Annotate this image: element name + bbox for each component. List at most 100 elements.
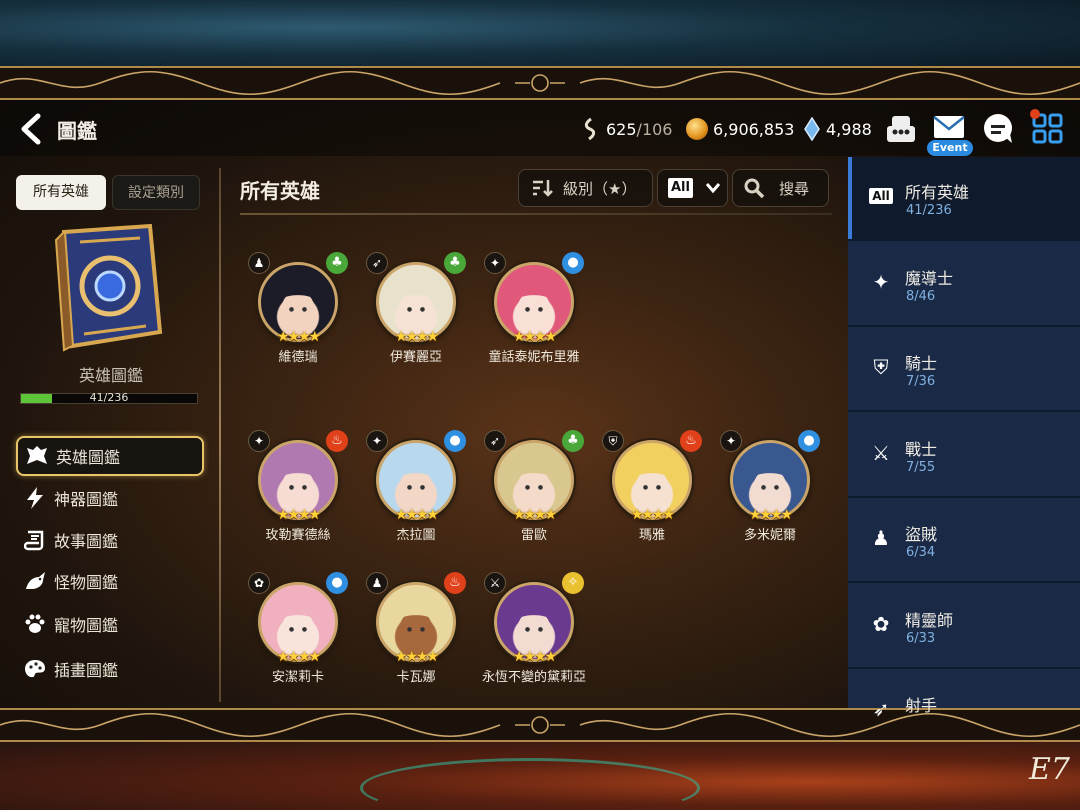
class-filter-knight[interactable]: ⛨ 騎士 7/36 [848, 328, 1080, 412]
element-ice-icon: ● [326, 572, 348, 594]
hero-name: 永恆不變的黛莉亞 [481, 670, 586, 685]
ranger-icon: ➶ [484, 430, 506, 452]
panel-divider [219, 168, 221, 702]
class-count: 6/33 [906, 630, 936, 646]
paw-icon [22, 611, 48, 637]
class-filter-warrior[interactable]: ⚔ 戰士 7/55 [848, 414, 1080, 498]
hero-card[interactable]: ✦ ● ★★★★ 童話泰妮布里雅 [476, 252, 592, 365]
ornament-band-top [0, 66, 1080, 100]
menu-artifact-codex[interactable]: 神器圖鑑 [16, 478, 204, 518]
back-button[interactable] [16, 112, 46, 146]
ranger-icon: ➶ [366, 252, 388, 274]
sky-background [0, 0, 1080, 68]
notification-dot [1030, 109, 1040, 119]
class-count: 7/36 [906, 374, 936, 389]
knight-icon: ⛨ [602, 430, 624, 452]
tab-all-heroes[interactable]: 所有英雄 [16, 175, 106, 210]
class-filter-thief[interactable]: ♟ 盜賊 6/34 [848, 499, 1080, 583]
element-earth-icon: ♣ [562, 430, 584, 452]
class-count: 6/34 [906, 545, 936, 560]
sort-button[interactable]: 級別（★） [518, 169, 653, 207]
dragon-icon [22, 568, 48, 594]
menu-label: 英雄圖鑑 [56, 448, 121, 467]
active-indicator [848, 157, 852, 239]
sort-icon [533, 180, 553, 197]
soul-weaver-icon: ✿ [248, 572, 270, 594]
hero-codex-book-image [50, 222, 170, 352]
mail-icon [933, 116, 965, 138]
class-name: 盜賊 [905, 525, 938, 544]
menu-hero-codex[interactable]: 英雄圖鑑 [16, 436, 204, 476]
hero-stars: ★★★★ [512, 329, 557, 345]
hero-stars: ★★★★ [276, 649, 321, 665]
palette-icon [22, 656, 48, 682]
element-fire-icon: ♨ [680, 430, 702, 452]
class-count: 7/55 [906, 459, 936, 475]
filter-value: All [668, 178, 693, 198]
top-bar [0, 100, 1080, 156]
class-filter-ranger[interactable]: ➶ 射手 [848, 670, 1080, 721]
class-count: 41/236 [906, 203, 952, 218]
skystone-icon [804, 117, 820, 141]
search-label: 搜尋 [779, 179, 810, 198]
class-filter-soul-weaver[interactable]: ✿ 精靈師 6/33 [848, 585, 1080, 669]
team-button[interactable] [884, 112, 918, 146]
menu-pet-codex[interactable]: 寵物圖鑑 [16, 604, 204, 644]
skystone-counter[interactable]: 4,988 [803, 117, 872, 141]
menu-illustration-codex[interactable]: 插畫圖鑑 [16, 649, 204, 689]
tab-set-category[interactable]: 設定類別 [112, 175, 200, 210]
menu-label: 故事圖鑑 [54, 532, 119, 551]
hero-card[interactable]: ⚔ ✧ ★★★★ 永恆不變的黛莉亞 [476, 572, 592, 685]
stamina-value: 625 [606, 119, 637, 139]
hero-stars: ★★★★ [276, 507, 321, 523]
team-icon [887, 116, 915, 142]
knight-icon: ⛨ [873, 355, 889, 379]
gold-counter[interactable]: 6,906,853 [686, 117, 794, 141]
hero-card[interactable]: ✦ ● ★★★★ 多米妮爾 [712, 430, 828, 543]
gold-icon [686, 118, 708, 140]
class-name: 騎士 [905, 354, 938, 373]
class-count: 8/46 [906, 288, 936, 304]
search-icon [744, 178, 765, 199]
hero-stars: ★★★★ [394, 329, 439, 345]
hero-list-title: 所有英雄 [240, 179, 320, 203]
element-earth-icon: ♣ [326, 252, 348, 274]
hero-stars: ★★★★ [748, 507, 793, 523]
hero-name: 童話泰妮布里雅 [488, 350, 580, 365]
menu-label: 插畫圖鑑 [54, 661, 119, 680]
class-filter-all[interactable]: All 所有英雄 41/236 [848, 157, 1080, 241]
element-fire-icon: ♨ [444, 572, 466, 594]
chevron-left-icon [21, 113, 41, 145]
search-button[interactable]: 搜尋 [732, 169, 829, 207]
hero-icon [24, 443, 50, 469]
warrior-icon: ⚔ [484, 572, 506, 594]
chat-button[interactable] [982, 112, 1016, 146]
ground-background [0, 740, 1080, 810]
thief-icon: ♟ [366, 572, 388, 594]
menu-story-codex[interactable]: 故事圖鑑 [16, 520, 204, 560]
thief-icon: ♟ [248, 252, 270, 274]
chevron-down-icon [705, 183, 721, 194]
mage-icon: ✦ [248, 430, 270, 452]
stamina-max: /106 [636, 119, 673, 139]
page-title: 圖鑑 [57, 119, 97, 143]
class-name: 射手 [905, 696, 938, 715]
filter-dropdown[interactable]: All [657, 169, 728, 207]
class-name: 戰士 [905, 439, 938, 459]
class-filter-mage[interactable]: ✦ 魔導士 8/46 [848, 243, 1080, 327]
hero-stars: ★★★★ [276, 329, 321, 345]
element-fire-icon: ♨ [326, 430, 348, 452]
event-badge: Event [927, 140, 973, 156]
element-earth-icon: ♣ [444, 252, 466, 274]
mage-icon: ✦ [872, 269, 890, 294]
mage-icon: ✦ [720, 430, 742, 452]
stamina-counter[interactable]: 625 /106 [582, 117, 672, 141]
hero-name: 多米妮爾 [743, 528, 796, 543]
sort-label: 級別（★） [563, 179, 637, 198]
game-logo: E7 [1029, 752, 1070, 787]
hero-stars: ★★★★ [512, 507, 557, 523]
class-name: 魔導士 [905, 268, 954, 288]
ranger-icon: ➶ [872, 697, 890, 721]
codex-progress-text: 41/236 [89, 391, 129, 404]
menu-monster-codex[interactable]: 怪物圖鑑 [16, 561, 204, 601]
